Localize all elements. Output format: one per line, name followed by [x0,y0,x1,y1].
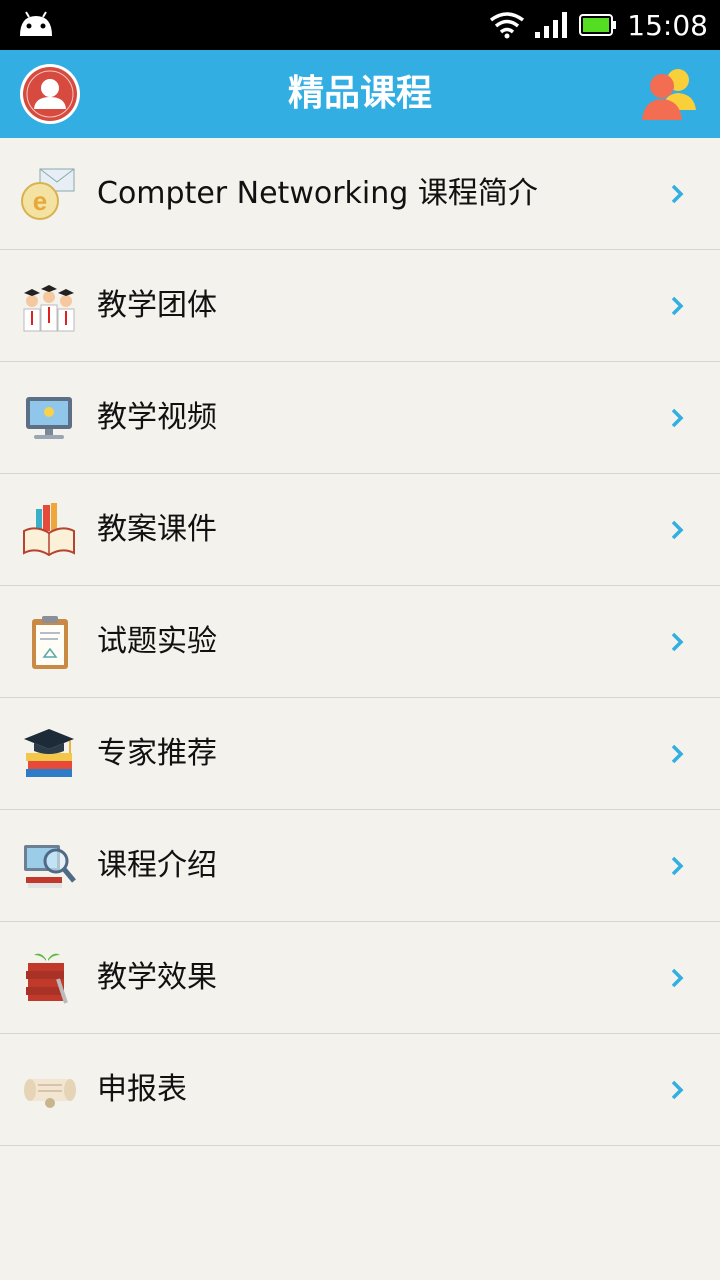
list-item-label: 教学效果 [97,960,217,995]
monitor-icon [26,397,72,439]
course-menu-list: e Compter Networking 课程简介 教学团体 教学视频 教案课件… [0,138,720,1146]
clipboard-icon [32,616,68,669]
book-stack-icon [26,953,68,1004]
magnifier-computer-icon [24,845,76,888]
app-bar: 精品课程 [0,50,720,138]
graduates-icon [23,285,75,332]
chevron-right-icon [671,296,684,316]
open-book-icon [23,503,75,557]
svg-text:e: e [33,186,47,216]
list-item[interactable]: 教学视频 [0,362,720,474]
chevron-right-icon [671,968,684,988]
list-item-label: 教案课件 [97,512,217,547]
chevron-right-icon [671,184,684,204]
chevron-right-icon [671,744,684,764]
chevron-right-icon [671,408,684,428]
android-icon [20,11,52,36]
list-item-label: Compter Networking 课程简介 [97,176,538,211]
list-item-label: 教学团体 [97,288,217,323]
chevron-right-icon [671,1080,684,1100]
list-item-label: 专家推荐 [97,736,217,771]
list-item-label: 申报表 [97,1072,187,1107]
contacts-icon[interactable] [640,66,698,122]
page-title: 精品课程 [287,73,432,114]
list-item[interactable]: 教学效果 [0,922,720,1034]
chevron-right-icon [671,632,684,652]
grad-cap-books-icon [24,729,74,777]
battery-icon [579,14,617,36]
ie-mail-icon: e [21,168,75,220]
list-item[interactable]: 专家推荐 [0,698,720,810]
list-item[interactable]: e Compter Networking 课程简介 [0,138,720,250]
list-item[interactable]: 课程介绍 [0,810,720,922]
list-item[interactable]: 申报表 [0,1034,720,1146]
chevron-right-icon [671,856,684,876]
list-item-label: 试题实验 [97,624,217,659]
list-item-label: 课程介绍 [97,848,217,883]
signal-icon [535,12,568,38]
list-item-label: 教学视频 [97,400,217,435]
list-item[interactable]: 教学团体 [0,250,720,362]
wifi-icon [490,12,525,39]
chevron-right-icon [671,520,684,540]
list-item[interactable]: 教案课件 [0,474,720,586]
scroll-icon [24,1079,76,1108]
clock-time: 15:08 [627,8,708,42]
list-item[interactable]: 试题实验 [0,586,720,698]
status-bar: 15:08 [0,0,720,50]
